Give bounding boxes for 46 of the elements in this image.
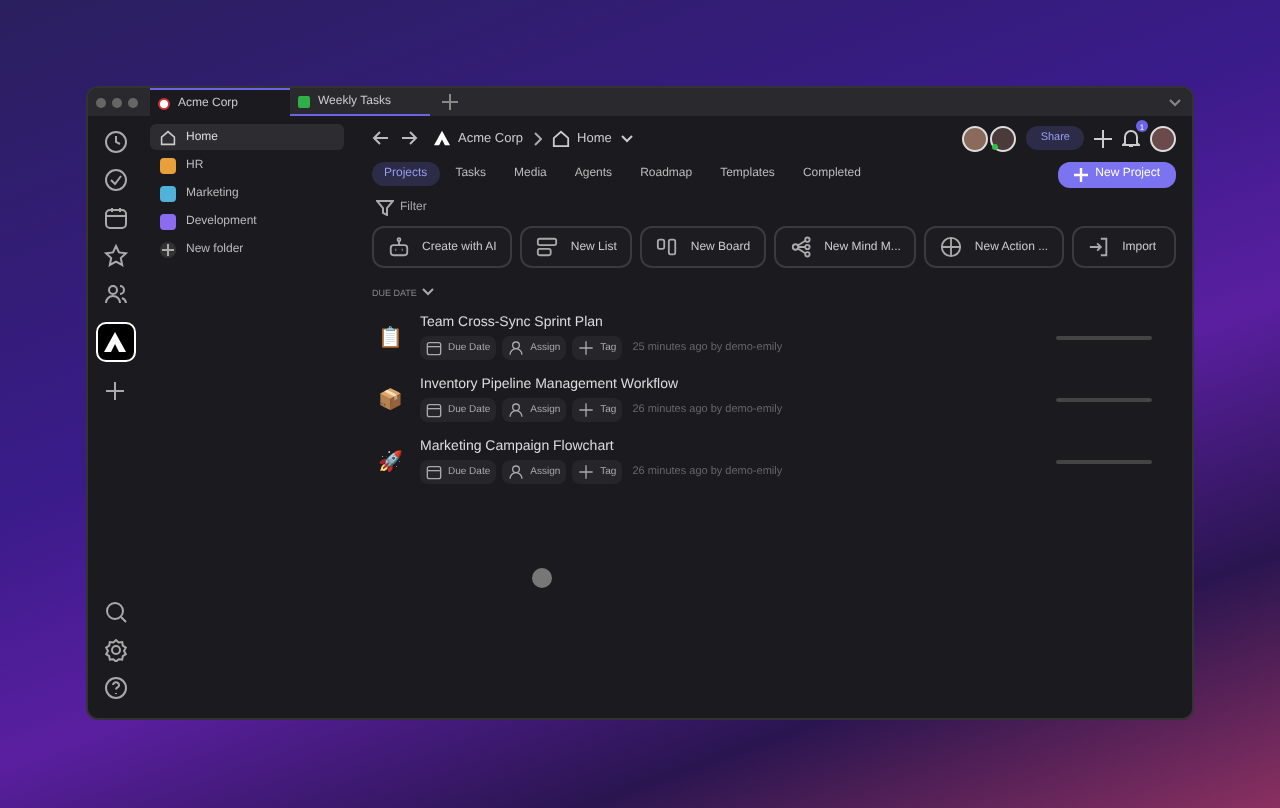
plus-icon [160,241,176,257]
check-circle-icon[interactable] [101,166,129,194]
house-icon [160,129,176,145]
funnel-icon [376,200,394,216]
avatar[interactable] [1150,125,1176,151]
mind-map-icon [790,236,813,258]
checkbox-icon [298,95,310,107]
plus-icon [578,401,595,417]
columns-icon [656,236,679,258]
help-icon[interactable] [101,674,129,702]
person-icon [508,463,525,479]
plus-icon[interactable] [1094,129,1112,147]
workspace-logo[interactable] [95,322,135,362]
globe-icon [940,236,963,258]
star-icon[interactable] [101,242,129,270]
calendar-icon [426,401,442,417]
calendar-icon [426,463,442,479]
back-arrow-icon[interactable] [372,130,390,146]
list-icon [536,236,559,258]
calendar-icon[interactable] [101,204,129,232]
pointer-dot [532,568,552,588]
calendar-icon [426,339,442,355]
caret-icon [619,133,634,143]
robot-icon [388,236,410,258]
house-icon [551,129,570,147]
plus-icon [1073,167,1088,181]
project-emoji-icon: 🚀 [378,449,402,473]
search-icon[interactable] [101,598,129,626]
people-icon[interactable] [101,280,129,308]
forward-arrow-icon[interactable] [400,130,418,146]
caret-icon [422,288,435,298]
project-emoji-icon: 📋 [378,325,402,349]
plus-icon[interactable] [101,376,129,404]
workspace-icon [158,97,170,109]
plus-icon [578,339,595,355]
clock-icon[interactable] [101,128,129,156]
settings-icon[interactable] [101,636,129,664]
avatar[interactable] [962,125,989,151]
person-icon [508,339,525,355]
import-icon [1088,236,1111,258]
logo-icon [434,130,450,146]
person-icon [508,401,525,417]
avatar[interactable] [990,125,1017,151]
plus-icon [578,463,595,479]
online-indicator [992,143,999,149]
project-emoji-icon: 📦 [378,387,402,411]
